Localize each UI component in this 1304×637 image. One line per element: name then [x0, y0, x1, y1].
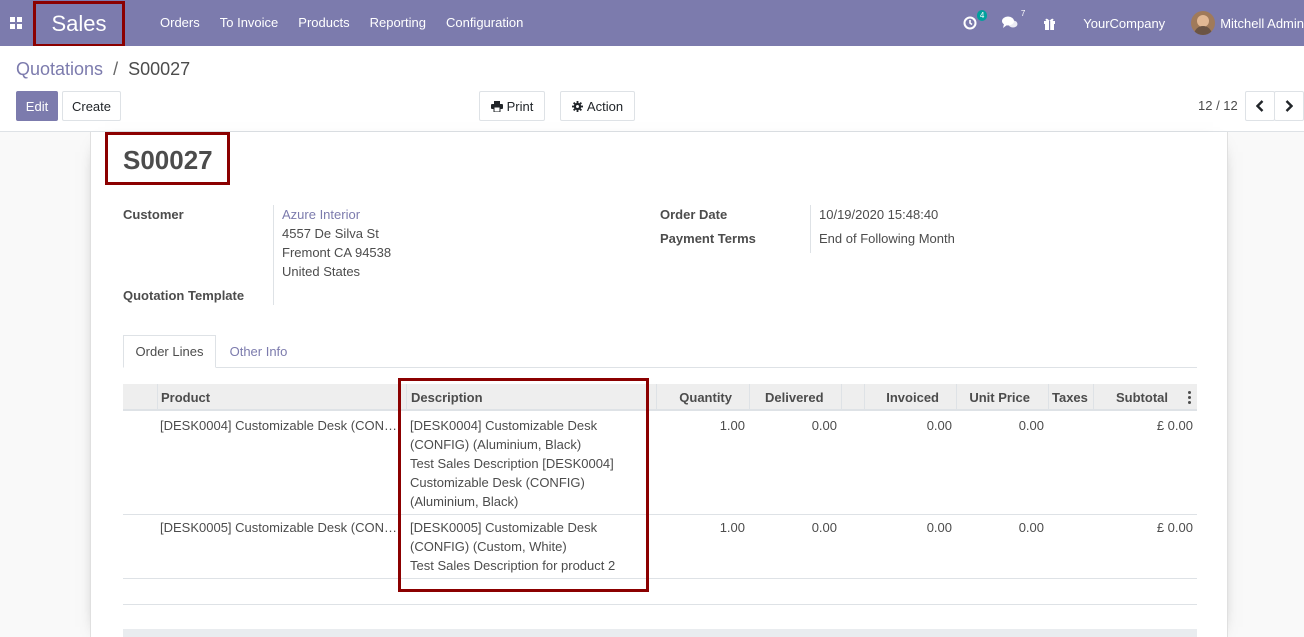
customer-label: Customer — [123, 207, 184, 222]
customer-divider — [273, 205, 274, 305]
edit-button[interactable]: Edit — [16, 91, 58, 121]
chevron-left-icon — [1256, 100, 1264, 112]
column-delivered[interactable]: Delivered — [765, 384, 824, 411]
app-brand[interactable]: Sales — [33, 1, 125, 47]
table-footer — [123, 629, 1197, 637]
company-switcher[interactable]: YourCompany — [1083, 16, 1165, 31]
row2-unit-price[interactable]: 0.00 — [980, 518, 1044, 537]
user-name: Mitchell Admin — [1220, 15, 1304, 31]
column-product[interactable]: Product — [161, 384, 210, 411]
title-highlight-box — [105, 132, 230, 185]
messages-chat-icon[interactable]: 7 — [1002, 9, 1025, 30]
control-panel: Quotations / S00027 Edit Create Print Ac… — [0, 46, 1304, 132]
menu-configuration[interactable]: Configuration — [436, 0, 533, 46]
pager-next-button[interactable] — [1274, 91, 1304, 121]
column-unit-price[interactable]: Unit Price — [956, 384, 1030, 411]
row2-quantity[interactable]: 1.00 — [680, 518, 745, 537]
row1-unit-price[interactable]: 0.00 — [980, 416, 1044, 435]
order-info-divider — [810, 205, 811, 253]
print-button[interactable]: Print — [479, 91, 545, 121]
row1-quantity[interactable]: 1.00 — [680, 416, 745, 435]
apps-menu-icon[interactable] — [0, 0, 32, 46]
customer-address-line2: Fremont CA 94538 — [282, 245, 392, 260]
action-label: Action — [586, 98, 624, 114]
column-invoiced[interactable]: Invoiced — [864, 384, 939, 411]
row1-delivered[interactable]: 0.00 — [770, 416, 837, 435]
menu-products[interactable]: Products — [288, 0, 359, 46]
row1-invoiced: 0.00 — [926, 418, 952, 433]
tab-order-lines[interactable]: Order Lines — [123, 335, 216, 368]
chevron-right-icon — [1285, 100, 1293, 112]
print-icon — [490, 100, 503, 112]
action-button[interactable]: Action — [560, 91, 635, 121]
payment-terms-value: End of Following Month — [819, 231, 955, 246]
row2-subtotal: £ 0.00 — [1156, 520, 1193, 535]
gift-icon[interactable] — [1043, 17, 1056, 30]
optional-columns-kebab-icon[interactable] — [1188, 391, 1192, 404]
menu-orders[interactable]: Orders — [150, 0, 210, 46]
tab-other-info[interactable]: Other Info — [216, 335, 301, 368]
customer-address-line1: 4557 De Silva St — [282, 226, 379, 241]
row-divider — [123, 578, 1197, 579]
gear-icon — [571, 100, 583, 112]
description-highlight-box — [398, 378, 649, 592]
quotation-template-label: Quotation Template — [123, 288, 245, 303]
row-divider — [123, 514, 1197, 515]
header-separator — [749, 384, 750, 411]
pager-previous-button[interactable] — [1245, 91, 1275, 121]
breadcrumb-quotations[interactable]: Quotations — [16, 59, 103, 79]
menu-to-invoice[interactable]: To Invoice — [210, 0, 289, 46]
row1-subtotal: £ 0.00 — [1156, 418, 1193, 433]
payment-terms-label: Payment Terms — [660, 231, 756, 246]
row2-invoiced: 0.00 — [926, 520, 952, 535]
order-lines-header: Product Description Quantity Delivered I… — [123, 384, 1197, 411]
column-taxes[interactable]: Taxes — [1052, 384, 1088, 411]
print-label: Print — [506, 98, 534, 114]
main-menu: Orders To Invoice Products Reporting Con… — [150, 0, 533, 46]
order-date-label: Order Date — [660, 207, 728, 222]
pager-value: 12 / 12 — [1198, 98, 1238, 113]
activity-badge: 4 — [976, 10, 988, 21]
breadcrumb-separator: / — [113, 59, 119, 79]
header-separator — [157, 384, 158, 411]
row-divider — [123, 604, 1197, 605]
row2-product[interactable]: [DESK0005] Customizable Desk (CON… — [160, 518, 397, 537]
menu-reporting[interactable]: Reporting — [360, 0, 436, 46]
create-button[interactable]: Create — [62, 91, 121, 121]
breadcrumb-current: S00027 — [128, 59, 191, 79]
activity-clock-icon[interactable]: 4 — [963, 10, 988, 30]
breadcrumb: Quotations / S00027 — [16, 59, 190, 80]
order-date-value: 10/19/2020 15:48:40 — [819, 207, 939, 222]
messages-badge: 7 — [1020, 9, 1026, 18]
customer-link[interactable]: Azure Interior — [282, 205, 360, 224]
user-menu[interactable]: Mitchell Admin — [1191, 11, 1304, 35]
column-subtotal[interactable]: Subtotal — [1093, 384, 1168, 411]
header-separator — [841, 384, 842, 411]
top-navbar: Sales Orders To Invoice Products Reporti… — [0, 0, 1304, 47]
customer-address-line3: United States — [282, 264, 361, 279]
row1-product[interactable]: [DESK0004] Customizable Desk (CON… — [160, 416, 397, 435]
systray: 4 7 YourCompany Mitchell Admin — [954, 0, 1304, 46]
row2-delivered[interactable]: 0.00 — [770, 518, 837, 537]
header-separator — [1048, 384, 1049, 411]
avatar — [1191, 11, 1216, 35]
column-quantity[interactable]: Quantity — [656, 384, 732, 411]
